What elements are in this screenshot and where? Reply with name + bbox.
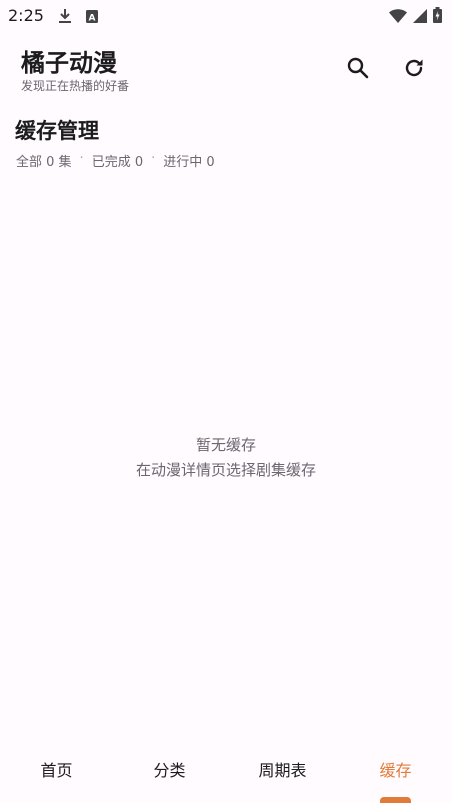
bottom-nav: 首页 分类 周期表 缓存 [0, 740, 452, 803]
refresh-button[interactable] [394, 48, 434, 88]
status-time: 2:25 [8, 6, 44, 25]
search-icon [347, 57, 369, 79]
stat-separator: · [79, 151, 84, 166]
nav-item-home[interactable]: 首页 [0, 740, 113, 798]
app-title: 橘子动漫 [21, 49, 117, 77]
a-notification-icon: A [86, 8, 98, 28]
stat-all: 全部 0 集 [16, 155, 72, 170]
cache-management-title: 缓存管理 [15, 119, 99, 143]
wifi-icon [389, 8, 407, 27]
cellular-signal-icon [413, 8, 427, 27]
empty-description: 在动漫详情页选择剧集缓存 [135, 461, 316, 479]
nav-item-cache[interactable]: 缓存 [339, 740, 452, 798]
app-header: 橘子动漫 发现正在热播的好番 [0, 40, 452, 100]
battery-icon [433, 7, 442, 27]
search-button[interactable] [338, 48, 378, 88]
app-subtitle: 发现正在热播的好番 [21, 79, 130, 93]
empty-title: 暂无缓存 [195, 436, 256, 454]
nav-active-indicator [380, 797, 411, 803]
stat-in-progress: 进行中 0 [163, 155, 215, 170]
status-left-icons: A [58, 8, 98, 28]
nav-item-category[interactable]: 分类 [113, 740, 226, 798]
empty-state: 暂无缓存 在动漫详情页选择剧集缓存 [0, 433, 452, 483]
download-icon [58, 8, 72, 28]
stat-separator: · [151, 151, 156, 166]
stat-done: 已完成 0 [91, 155, 144, 170]
nav-item-schedule[interactable]: 周期表 [226, 740, 339, 798]
svg-text:A: A [89, 14, 96, 24]
refresh-icon [405, 59, 423, 77]
cache-stats: 全部 0 集 · 已完成 0 · 进行中 0 [16, 151, 215, 170]
status-bar: 2:25 A [0, 0, 452, 32]
status-right-icons [389, 7, 442, 27]
